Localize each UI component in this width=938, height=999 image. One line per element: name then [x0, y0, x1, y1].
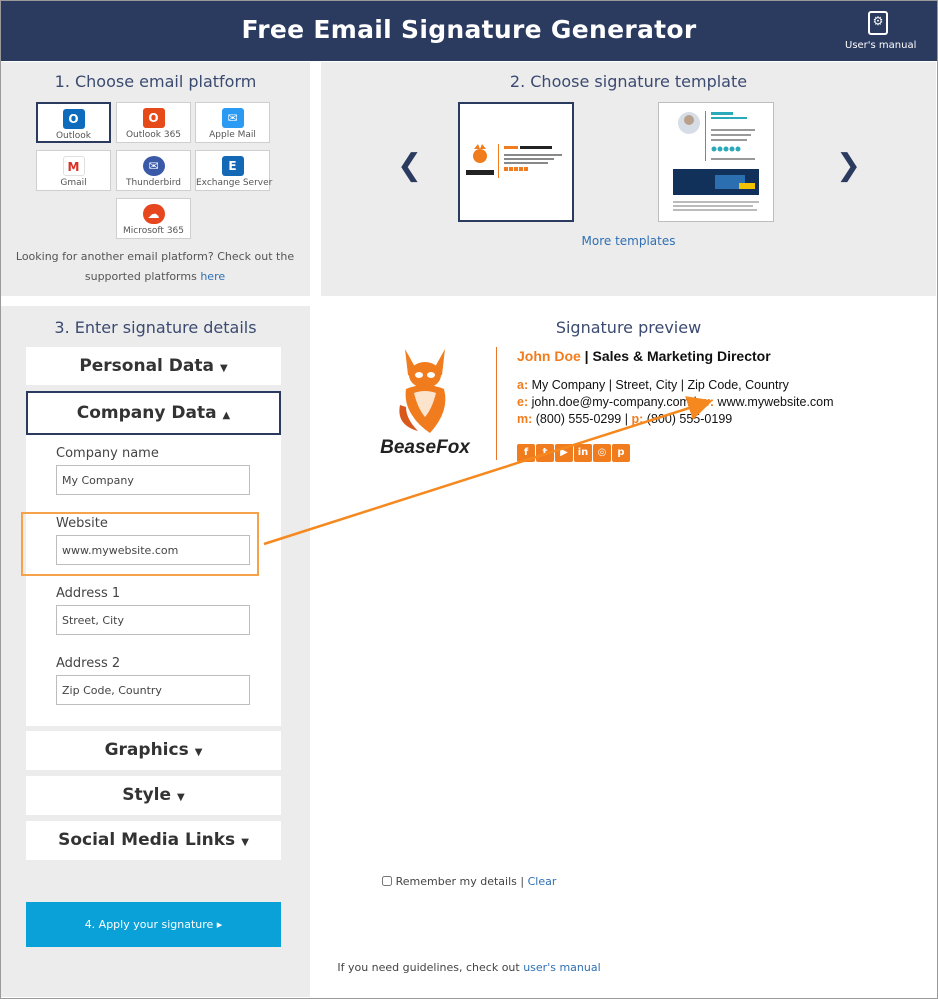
platform-label: Thunderbird: [125, 178, 182, 188]
graphics-label: Graphics: [104, 740, 189, 760]
outlook-365-icon: O: [142, 108, 165, 128]
company-data-label: Company Data: [76, 403, 217, 423]
logo-brand-text: BeaseFox: [380, 437, 470, 458]
template-thumbnail-2[interactable]: [658, 102, 774, 222]
outlook-icon: O: [62, 109, 85, 129]
apply-signature-button[interactable]: 4. Apply your signature ▸: [26, 902, 281, 947]
facebook-icon[interactable]: f: [517, 444, 535, 462]
website-highlight-box: [21, 512, 259, 576]
platform-label: Exchange Server: [196, 178, 273, 188]
signature-job-title: Sales & Marketing Director: [592, 348, 771, 364]
company-name-input[interactable]: [56, 465, 250, 495]
signature-name-line: John Doe | Sales & Marketing Director: [517, 348, 834, 364]
preview-title: Signature preview: [555, 318, 702, 337]
platform-section-title: 1. Choose email platform: [54, 72, 257, 91]
template-next-arrow-icon[interactable]: ❯: [836, 148, 861, 183]
platform-apple-mail[interactable]: ✉ Apple Mail: [195, 102, 270, 143]
style-label: Style: [122, 785, 172, 805]
details-section-title: 3. Enter signature details: [54, 318, 257, 337]
platform-gmail[interactable]: M Gmail: [36, 150, 111, 191]
caret-down-icon: ▼: [194, 747, 203, 758]
signature-address: My Company | Street, City | Zip Code, Co…: [531, 378, 789, 392]
platform-thunderbird[interactable]: ✉ Thunderbird: [116, 150, 191, 191]
pinterest-icon[interactable]: p: [612, 444, 630, 462]
manual-gear-icon: [868, 11, 888, 35]
remember-checkbox[interactable]: [381, 876, 392, 886]
phone-prefix: p:: [631, 412, 644, 426]
signature-email[interactable]: john.doe@my-company.com: [532, 395, 690, 409]
caret-up-icon: ▲: [222, 410, 231, 421]
guidelines-note: If you need guidelines, check out user's…: [0, 961, 938, 974]
template-2-preview: [673, 111, 759, 211]
users-manual-link[interactable]: user's manual: [523, 961, 600, 974]
apple-mail-icon: ✉: [221, 108, 244, 128]
address-2-label: Address 2: [56, 656, 121, 671]
thunderbird-icon: ✉: [142, 156, 165, 176]
supported-platforms-link[interactable]: here: [200, 270, 225, 283]
platform-note-text: Looking for another email platform? Chec…: [15, 250, 295, 283]
platform-label: Microsoft 365: [123, 226, 184, 236]
fox-logo-icon: [399, 349, 446, 433]
linkedin-icon[interactable]: in: [574, 444, 592, 462]
mobile-prefix: m:: [517, 412, 533, 426]
website-prefix: w:: [700, 395, 715, 409]
platform-label: Gmail: [60, 178, 87, 188]
exchange-icon: E: [221, 156, 244, 176]
caret-down-icon: ▼: [177, 792, 185, 803]
gmail-icon: M: [62, 156, 85, 176]
guidelines-text: If you need guidelines, check out: [337, 961, 520, 974]
remember-label: Remember my details |: [395, 875, 525, 888]
style-section[interactable]: Style ▼: [26, 776, 281, 815]
microsoft-365-icon: ☁: [142, 204, 165, 224]
signature-phone: (800) 555-0199: [646, 412, 733, 426]
signature-phone-line: m: (800) 555-0299 | p: (800) 555-0199: [517, 412, 733, 426]
youtube-icon[interactable]: ▶: [555, 444, 573, 462]
platform-label: Outlook: [55, 131, 92, 141]
company-data-header[interactable]: Company Data ▲: [26, 391, 281, 435]
social-media-links-label: Social Media Links: [58, 830, 236, 850]
users-manual-button[interactable]: User's manual: [845, 11, 917, 51]
platform-microsoft-365[interactable]: ☁ Microsoft 365: [116, 198, 191, 239]
template-section-title: 2. Choose signature template: [509, 72, 748, 91]
signature-block: John Doe | Sales & Marketing Director a:…: [517, 348, 834, 428]
template-1-preview: [466, 144, 562, 178]
address-1-input[interactable]: [56, 605, 250, 635]
caret-down-icon: ▼: [219, 363, 228, 374]
company-name-label: Company name: [56, 446, 159, 461]
social-icons-row: f t ▶ in ◎ p: [517, 440, 631, 462]
platform-outlook[interactable]: O Outlook: [36, 102, 111, 143]
address-prefix: a:: [517, 378, 529, 392]
platform-exchange-server[interactable]: E Exchange Server: [195, 150, 273, 191]
page-title: Free Email Signature Generator: [241, 15, 697, 44]
address-1-label: Address 1: [56, 586, 121, 601]
signature-email-line: e: john.doe@my-company.com | w: www.mywe…: [517, 395, 834, 409]
platform-label: Apple Mail: [209, 130, 256, 140]
platform-outlook-365[interactable]: O Outlook 365: [116, 102, 191, 143]
users-manual-label: User's manual: [845, 40, 917, 51]
signature-website[interactable]: www.mywebsite.com: [718, 395, 834, 409]
twitter-icon[interactable]: t: [536, 444, 554, 462]
platform-note: Looking for another email platform? Chec…: [14, 247, 296, 287]
social-media-links-section[interactable]: Social Media Links ▼: [26, 821, 281, 860]
platform-label: Outlook 365: [125, 130, 182, 140]
signature-address-line: a: My Company | Street, City | Zip Code,…: [517, 377, 834, 394]
signature-separator: |: [580, 348, 593, 364]
instagram-icon[interactable]: ◎: [593, 444, 611, 462]
signature-divider: [496, 347, 497, 460]
personal-data-label: Personal Data: [79, 356, 214, 376]
company-logo: BeaseFox: [370, 345, 480, 465]
more-templates-link[interactable]: More templates: [321, 234, 936, 248]
email-prefix: e:: [517, 395, 529, 409]
clear-link[interactable]: Clear: [528, 875, 557, 888]
template-thumbnail-1[interactable]: [458, 102, 574, 222]
signature-name: John Doe: [517, 348, 581, 364]
personal-data-section[interactable]: Personal Data ▼: [26, 347, 281, 385]
template-prev-arrow-icon[interactable]: ❮: [397, 148, 422, 183]
header-bar: Free Email Signature Generator User's ma…: [1, 1, 937, 61]
caret-down-icon: ▼: [241, 837, 249, 848]
address-2-input[interactable]: [56, 675, 250, 705]
remember-row: Remember my details | Clear: [0, 875, 938, 888]
signature-mobile: (800) 555-0299: [535, 412, 622, 426]
graphics-section[interactable]: Graphics ▼: [26, 731, 281, 770]
